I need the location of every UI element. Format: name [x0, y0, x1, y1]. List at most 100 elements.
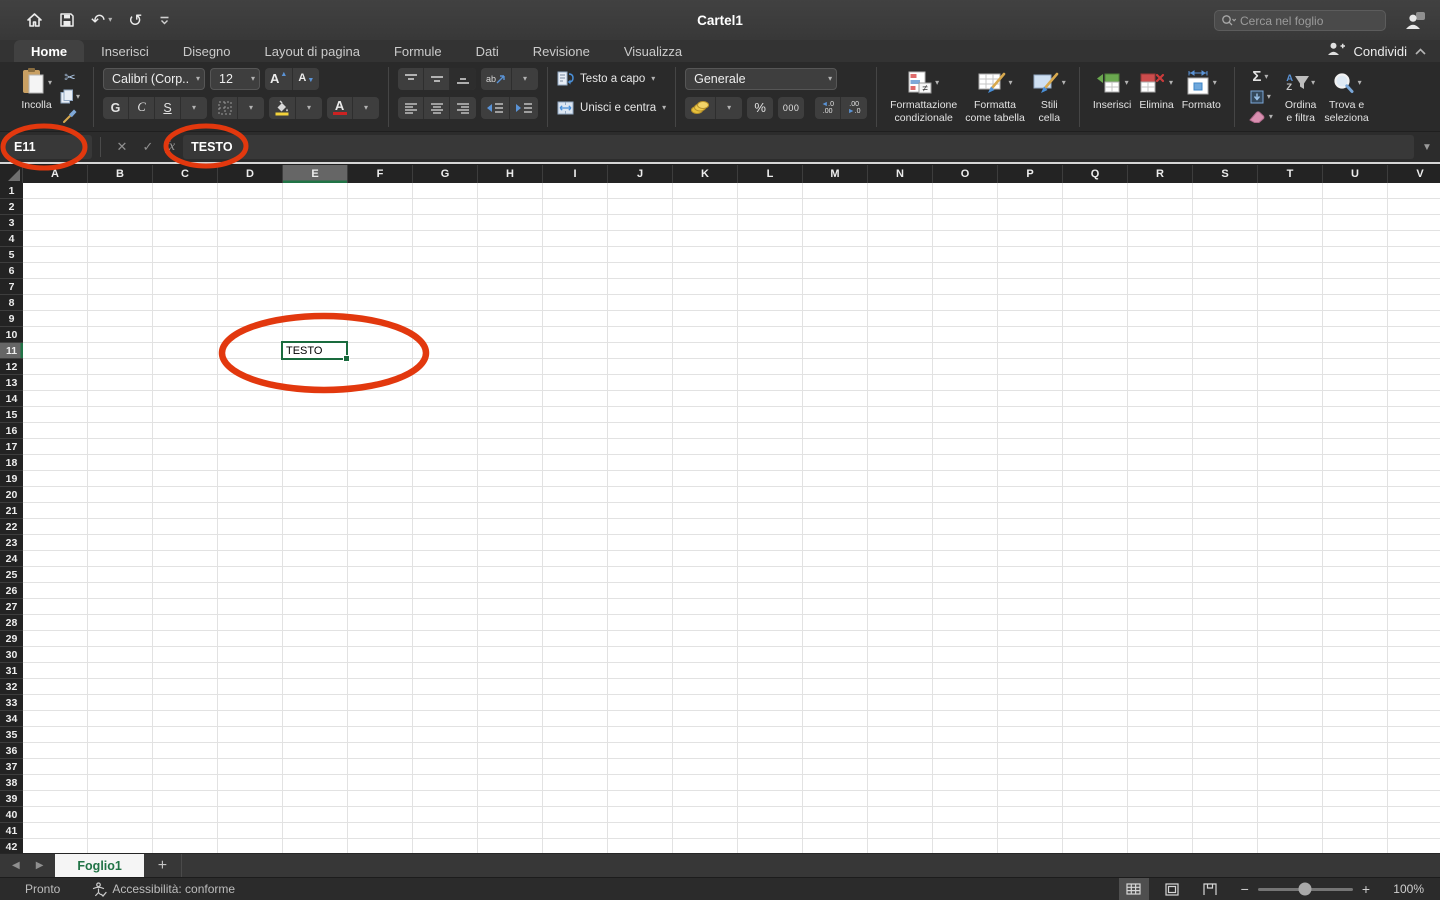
merge-center-button[interactable]: Unisci e centra ▾	[557, 96, 666, 119]
row-header-13[interactable]: 13	[0, 375, 23, 391]
align-right-button[interactable]	[450, 97, 476, 119]
font-size-select[interactable]: 12▾	[210, 68, 260, 90]
cancel-entry-icon[interactable]: ✕	[109, 139, 135, 155]
align-top-button[interactable]	[398, 68, 424, 90]
increase-font-button[interactable]: A▲	[265, 68, 293, 90]
zoom-in-icon[interactable]: +	[1362, 881, 1370, 897]
column-header-K[interactable]: K	[673, 165, 738, 183]
row-header-25[interactable]: 25	[0, 567, 23, 583]
format-cells-button[interactable]: ▾ Formato	[1178, 67, 1225, 127]
currency-dropdown-icon[interactable]: ▾	[716, 97, 742, 119]
zoom-out-icon[interactable]: −	[1241, 881, 1249, 897]
wrap-text-dropdown-icon[interactable]: ▾	[651, 75, 655, 83]
column-header-E[interactable]: E	[283, 165, 348, 183]
row-header-24[interactable]: 24	[0, 551, 23, 567]
collapse-ribbon-icon[interactable]	[1415, 47, 1426, 58]
share-button[interactable]: Condividi	[1354, 44, 1407, 59]
row-header-21[interactable]: 21	[0, 503, 23, 519]
column-header-C[interactable]: C	[153, 165, 218, 183]
column-header-M[interactable]: M	[803, 165, 868, 183]
row-header-8[interactable]: 8	[0, 295, 23, 311]
percent-button[interactable]: %	[747, 97, 773, 119]
copy-dropdown-icon[interactable]: ▾	[76, 93, 80, 101]
bold-button[interactable]: G	[103, 97, 129, 119]
paste-dropdown-icon[interactable]: ▾	[48, 79, 52, 87]
row-header-34[interactable]: 34	[0, 711, 23, 727]
format-as-table-dropdown-icon[interactable]: ▾	[1009, 79, 1013, 87]
column-header-G[interactable]: G	[413, 165, 478, 183]
ribbon-tab-dati[interactable]: Dati	[459, 40, 516, 62]
decrease-decimal-button[interactable]: .00►.0	[841, 97, 867, 119]
sheet-next-icon[interactable]: ▶	[36, 860, 44, 871]
ribbon-tab-revisione[interactable]: Revisione	[516, 40, 607, 62]
row-header-5[interactable]: 5	[0, 247, 23, 263]
row-header-40[interactable]: 40	[0, 807, 23, 823]
formula-bar-expand-icon[interactable]: ▼	[1414, 142, 1440, 153]
row-header-11[interactable]: 11	[0, 343, 23, 359]
align-center-button[interactable]	[424, 97, 450, 119]
row-header-6[interactable]: 6	[0, 263, 23, 279]
sort-filter-button[interactable]: A Z ▾ Ordina e filtra	[1281, 67, 1321, 127]
row-header-36[interactable]: 36	[0, 743, 23, 759]
row-header-9[interactable]: 9	[0, 311, 23, 327]
row-header-17[interactable]: 17	[0, 439, 23, 455]
conditional-formatting-dropdown-icon[interactable]: ▾	[935, 79, 939, 87]
row-header-29[interactable]: 29	[0, 631, 23, 647]
format-painter-button[interactable]	[56, 107, 84, 124]
row-header-18[interactable]: 18	[0, 455, 23, 471]
align-middle-button[interactable]	[424, 68, 450, 90]
conditional-formatting-button[interactable]: ≠ ▾ Formattazione condizionale	[886, 67, 961, 127]
search-box[interactable]	[1214, 10, 1386, 31]
fill-color-dropdown-icon[interactable]: ▾	[296, 97, 322, 119]
borders-dropdown-icon[interactable]: ▾	[238, 97, 264, 119]
home-icon[interactable]	[26, 12, 43, 28]
ribbon-tab-inserisci[interactable]: Inserisci	[84, 40, 166, 62]
underline-button[interactable]: S	[155, 97, 181, 119]
find-select-button[interactable]: ▾ Trova e seleziona	[1320, 67, 1372, 127]
zoom-slider-thumb[interactable]	[1299, 883, 1312, 896]
cell-styles-dropdown-icon[interactable]: ▾	[1062, 79, 1066, 87]
name-box[interactable]: E11 ▲▼	[4, 135, 92, 159]
redo-button[interactable]: ↺	[128, 12, 142, 29]
thousands-separator-button[interactable]: 000	[778, 97, 804, 119]
column-header-N[interactable]: N	[868, 165, 933, 183]
clear-dropdown-icon[interactable]: ▾	[1269, 113, 1273, 121]
align-bottom-button[interactable]	[450, 68, 476, 90]
zoom-slider[interactable]	[1258, 888, 1353, 891]
column-header-O[interactable]: O	[933, 165, 998, 183]
row-header-23[interactable]: 23	[0, 535, 23, 551]
sort-filter-dropdown-icon[interactable]: ▾	[1311, 79, 1315, 87]
row-header-19[interactable]: 19	[0, 471, 23, 487]
find-select-dropdown-icon[interactable]: ▾	[1358, 79, 1362, 87]
cut-button[interactable]: ✂	[56, 69, 84, 86]
column-header-Q[interactable]: Q	[1063, 165, 1128, 183]
fill-dropdown-icon[interactable]: ▾	[1267, 93, 1271, 101]
number-format-select[interactable]: Generale▾	[685, 68, 837, 90]
customize-toolbar-icon[interactable]	[159, 15, 170, 26]
active-cell-E11[interactable]: TESTO	[281, 341, 348, 360]
increase-decimal-button[interactable]: ◄.0.00	[815, 97, 841, 119]
align-left-button[interactable]	[398, 97, 424, 119]
select-all-corner[interactable]	[0, 165, 23, 183]
row-header-37[interactable]: 37	[0, 759, 23, 775]
fill-button[interactable]: ▾	[1244, 87, 1277, 106]
account-icon[interactable]	[1405, 11, 1426, 35]
fill-handle[interactable]	[343, 355, 350, 362]
orientation-dropdown-icon[interactable]: ▾	[512, 68, 538, 90]
row-header-7[interactable]: 7	[0, 279, 23, 295]
decrease-font-button[interactable]: A▼	[293, 68, 319, 90]
search-input[interactable]	[1240, 14, 1379, 28]
row-header-15[interactable]: 15	[0, 407, 23, 423]
ribbon-tab-disegno[interactable]: Disegno	[166, 40, 248, 62]
row-header-28[interactable]: 28	[0, 615, 23, 631]
orientation-button[interactable]: ab	[481, 68, 512, 90]
column-header-L[interactable]: L	[738, 165, 803, 183]
currency-button[interactable]	[685, 97, 716, 119]
column-header-H[interactable]: H	[478, 165, 543, 183]
row-header-31[interactable]: 31	[0, 663, 23, 679]
confirm-entry-icon[interactable]: ✓	[135, 139, 161, 155]
decrease-indent-button[interactable]	[481, 97, 510, 119]
row-header-16[interactable]: 16	[0, 423, 23, 439]
row-header-33[interactable]: 33	[0, 695, 23, 711]
ribbon-tab-layout-di-pagina[interactable]: Layout di pagina	[248, 40, 377, 62]
